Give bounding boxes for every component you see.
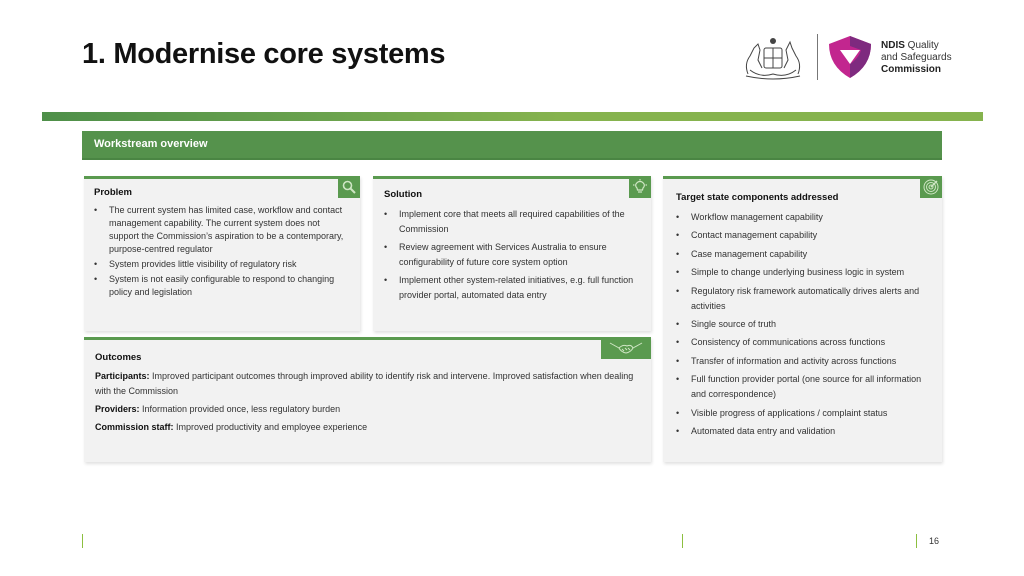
outcome-providers: Providers: Information provided once, le… — [95, 402, 640, 417]
ndis-shield-logo-icon — [829, 36, 871, 78]
outcome-text: Improved participant outcomes through im… — [95, 371, 634, 396]
handshake-icon — [601, 337, 651, 359]
target-item: Regulatory risk framework automatically … — [676, 284, 938, 314]
problem-item: The current system has limited case, wor… — [94, 204, 344, 256]
outcome-text: Improved productivity and employee exper… — [173, 422, 368, 432]
target-item: Full function provider portal (one sourc… — [676, 372, 938, 402]
target-item: Transfer of information and activity acr… — [676, 354, 938, 369]
page-title: 1. Modernise core systems — [82, 38, 446, 70]
solution-item: Implement other system-related initiativ… — [384, 273, 639, 303]
logo-text-line2: and Safeguards — [881, 52, 952, 63]
solution-list: Implement core that meets all required c… — [384, 207, 639, 306]
problem-item: System provides little visibility of reg… — [94, 258, 344, 271]
solution-item: Implement core that meets all required c… — [384, 207, 639, 237]
footer-divider-middle — [682, 534, 683, 548]
outcome-text: Information provided once, less regulato… — [139, 404, 341, 414]
problem-list: The current system has limited case, wor… — [94, 204, 344, 301]
outcomes-card: Outcomes Participants: Improved particip… — [84, 337, 651, 462]
logo-divider — [817, 34, 818, 80]
target-item: Automated data entry and validation — [676, 424, 938, 439]
problem-heading: Problem — [94, 187, 133, 198]
target-item: Contact management capability — [676, 228, 938, 243]
target-list: Workflow management capability Contact m… — [676, 210, 938, 442]
coat-of-arms-icon — [745, 38, 801, 80]
header-gradient-bar — [42, 112, 983, 121]
target-item: Case management capability — [676, 247, 938, 262]
target-item: Simple to change underlying business log… — [676, 265, 938, 280]
outcome-label: Commission staff: — [95, 422, 174, 432]
outcome-participants: Participants: Improved participant outco… — [95, 369, 640, 399]
ndis-logo-text: NDIS Quality and Safeguards Commission — [881, 40, 952, 76]
header-logos: NDIS Quality and Safeguards Commission — [740, 32, 955, 84]
logo-text-quality: Quality — [904, 40, 939, 51]
lightbulb-icon — [629, 176, 651, 198]
solution-heading: Solution — [384, 189, 422, 200]
footer-divider-right — [916, 534, 917, 548]
target-item: Consistency of communications across fun… — [676, 335, 938, 350]
footer-divider-left — [82, 534, 83, 548]
outcome-label: Providers: — [95, 404, 140, 414]
logo-text-ndis: NDIS — [881, 40, 905, 51]
outcome-label: Participants: — [95, 371, 150, 381]
problem-item: System is not easily configurable to res… — [94, 273, 344, 299]
solution-item: Review agreement with Services Australia… — [384, 240, 639, 270]
workstream-overview-label: Workstream overview — [94, 138, 208, 150]
target-state-card: Target state components addressed Workfl… — [663, 176, 942, 462]
solution-card: Solution Implement core that meets all r… — [373, 176, 651, 331]
logo-text-line3: Commission — [881, 64, 942, 75]
outcomes-heading: Outcomes — [95, 352, 142, 363]
magnifier-icon — [338, 176, 360, 198]
target-item: Single source of truth — [676, 317, 938, 332]
target-item: Visible progress of applications / compl… — [676, 406, 938, 421]
target-heading: Target state components addressed — [676, 192, 839, 203]
target-item: Workflow management capability — [676, 210, 938, 225]
page-number: 16 — [929, 536, 940, 546]
target-icon — [920, 176, 942, 198]
outcomes-lines: Participants: Improved participant outco… — [95, 369, 640, 438]
workstream-overview-header: Workstream overview — [82, 131, 942, 160]
outcome-commission-staff: Commission staff: Improved productivity … — [95, 420, 640, 435]
problem-card: Problem The current system has limited c… — [84, 176, 360, 331]
